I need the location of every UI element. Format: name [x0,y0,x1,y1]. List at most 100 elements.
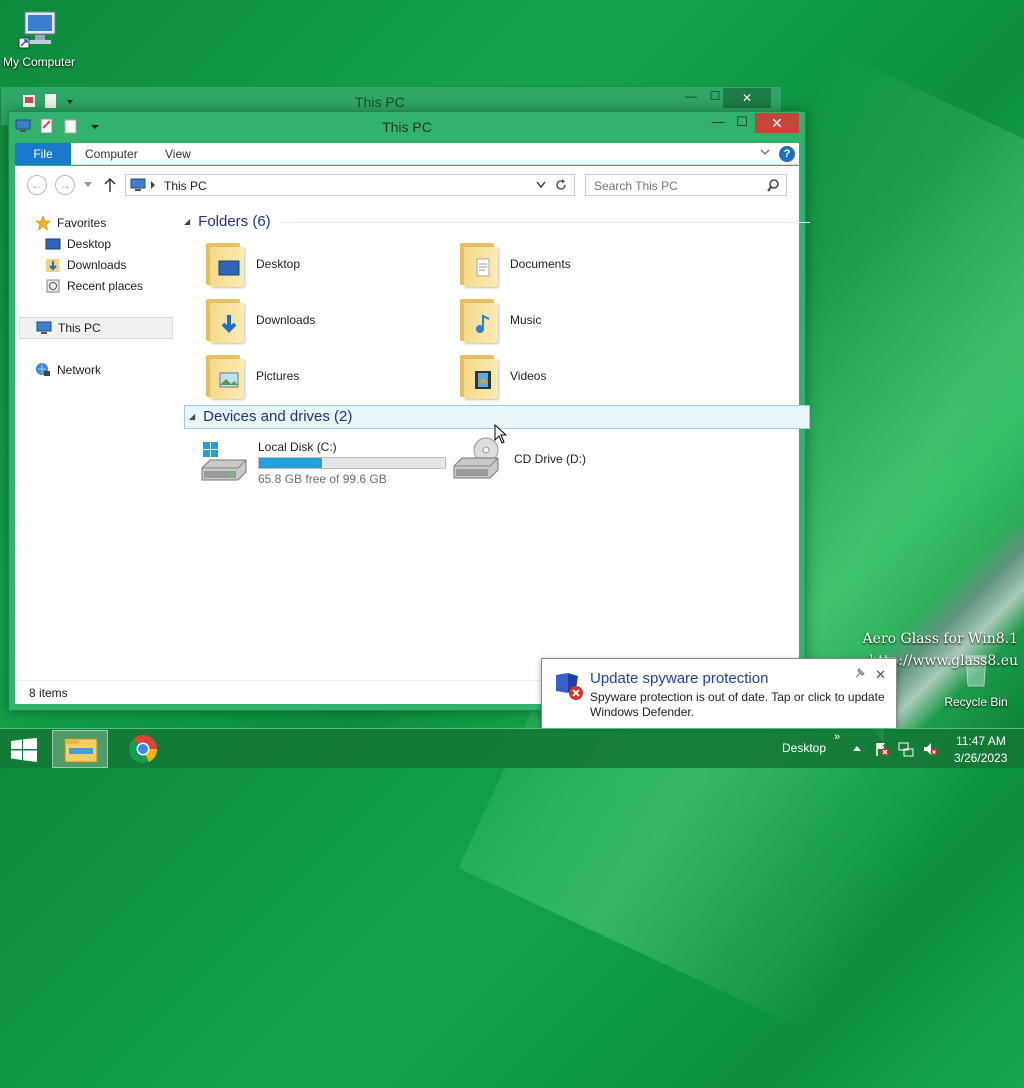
star-icon [35,215,51,231]
nav-favorites-desktop[interactable]: Desktop [45,233,111,255]
group-header-folders[interactable]: ◢ Folders (6) [184,210,810,234]
windows-defender-icon [556,673,583,700]
folder-label: Videos [510,369,547,383]
taskbar-file-explorer[interactable] [52,730,108,768]
collapse-icon[interactable]: ◢ [189,405,195,429]
recent-places-icon [46,279,60,293]
nav-network[interactable]: Network [35,359,101,381]
nav-favorites-downloads[interactable]: Downloads [45,254,126,276]
folder-tile-documents[interactable]: Documents [456,241,571,287]
start-button-windows-icon[interactable] [10,738,38,762]
folder-label: Downloads [256,313,316,327]
music-folder-icon [456,297,500,343]
desktop-icon [45,238,61,250]
notification-close-button[interactable]: ✕ [875,667,886,683]
toolbar-chevron-icon[interactable]: » [834,731,840,743]
drive-tile-cd-drive[interactable]: CD Drive (D:) [452,436,586,482]
network-tray-icon[interactable] [898,741,914,757]
recent-locations-icon[interactable] [83,181,93,189]
breadcrumb-arrow-icon[interactable] [150,181,156,189]
folder-tile-videos[interactable]: Videos [456,353,546,399]
desktop-icon-label: My Computer [2,55,76,69]
maximize-button[interactable]: ☐ [729,114,755,132]
explorer-window: This PC — ☐ ✕ File Computer View ? ← → T… [8,111,810,711]
options-icon[interactable] [854,667,866,679]
nav-favorites-recent-places[interactable]: Recent places [45,275,143,297]
nav-this-pc[interactable]: This PC [19,317,173,339]
action-center-flag-icon[interactable] [874,741,890,757]
downloads-icon [46,259,59,272]
up-arrow-icon[interactable] [103,177,117,193]
search-input[interactable]: Search This PC [585,174,787,196]
drive-label: Local Disk (C:) [258,440,337,454]
drive-free-space: 65.8 GB free of 99.6 GB [258,472,387,486]
expand-ribbon-icon[interactable] [759,146,771,158]
title-bar[interactable]: This PC — ☐ ✕ [9,112,805,142]
folder-tile-pictures[interactable]: Pictures [202,353,299,399]
folder-label: Music [510,313,542,327]
group-header-label: Folders (6) [198,213,271,230]
show-hidden-icons-icon[interactable] [852,744,862,752]
tab-computer[interactable]: Computer [75,143,148,165]
search-placeholder: Search This PC [594,179,678,193]
watermark-line-1: Aero Glass for Win8.1 [862,631,1018,647]
chrome-icon [129,735,158,763]
item-count: 8 items [29,686,68,700]
refresh-icon[interactable] [554,178,568,192]
nav-item-label: Recent places [67,279,144,293]
folder-tile-desktop[interactable]: Desktop [202,241,300,287]
search-icon[interactable] [767,179,780,192]
navigation-pane: Favorites Desktop Downloads Recent place… [15,202,179,680]
ribbon: File Computer View ? [15,143,799,165]
help-icon[interactable]: ? [779,146,795,162]
volume-muted-icon[interactable] [922,741,938,757]
breadcrumb[interactable]: This PC [164,179,207,193]
defender-notification[interactable]: Update spyware protection Spyware protec… [541,658,897,743]
drive-tile-local-disk[interactable]: Local Disk (C:) 65.8 GB free of 99.6 GB [200,440,446,486]
navigation-bar: ← → This PC Search This PC [15,166,799,202]
nav-favorites[interactable]: Favorites [35,212,106,234]
pictures-folder-icon [202,353,246,399]
tab-view[interactable]: View [155,143,201,165]
group-divider [280,221,810,223]
clock-time[interactable]: 11:47 AM [956,734,1006,748]
this-pc-icon [130,178,146,191]
address-dropdown-icon[interactable] [536,181,546,189]
folder-label: Pictures [256,369,300,383]
nav-item-label: This PC [58,321,101,335]
file-explorer-icon [64,738,98,763]
desktop-folder-icon [202,241,246,287]
window-title: This PC [382,119,432,135]
taskbar-chrome[interactable] [116,730,172,768]
folder-label: Desktop [256,257,301,271]
forward-button[interactable]: → [55,175,75,195]
this-pc-icon [36,321,52,334]
clock-date[interactable]: 3/26/2023 [954,751,1007,765]
hard-drive-icon [201,442,247,481]
folder-label: Documents [510,257,571,271]
minimize-button[interactable]: — [705,114,731,132]
downloads-folder-icon [202,297,246,343]
taskbar: Desktop » 11:47 AM 3/26/2023 [0,728,1024,768]
folder-tile-downloads[interactable]: Downloads [202,297,315,343]
nav-item-label: Desktop [67,237,112,251]
address-bar[interactable]: This PC [125,174,575,196]
desktop-icon-label: Recycle Bin [944,695,1008,709]
collapse-icon[interactable]: ◢ [184,210,190,234]
nav-item-label: Network [57,363,102,377]
drive-usage-fill [259,458,323,468]
tab-file[interactable]: File [15,143,71,165]
documents-folder-icon [456,241,500,287]
drive-label: CD Drive (D:) [514,452,586,466]
quick-access-toolbar-icons [23,94,73,108]
nav-item-label: Downloads [67,258,127,272]
folder-tile-music[interactable]: Music [456,297,541,343]
notification-text: Spyware protection is out of date. Tap o… [590,690,885,719]
close-button[interactable]: ✕ [723,88,771,108]
computer-icon [18,11,56,49]
desktop-toolbar-label[interactable]: Desktop [782,741,826,755]
back-button[interactable]: ← [27,175,47,195]
desktop-icon-my-computer[interactable]: My Computer [0,10,78,69]
close-button[interactable]: ✕ [755,113,799,133]
background-window-title: This PC [355,94,405,110]
